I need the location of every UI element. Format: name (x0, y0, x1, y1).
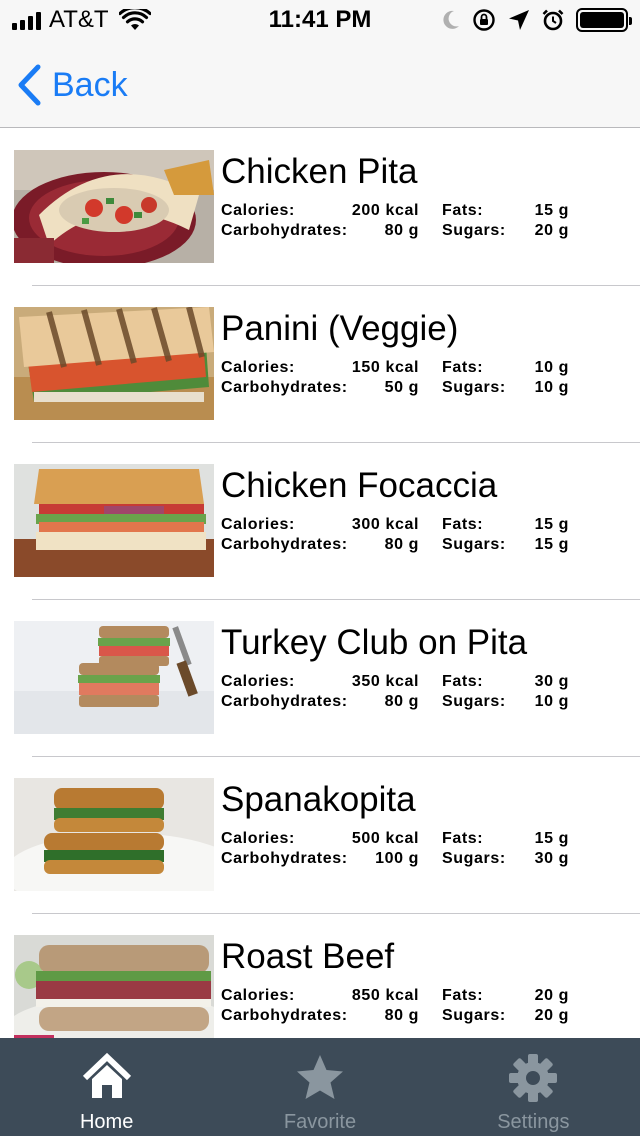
food-list[interactable]: Chicken Pita Calories: 200 kcal Fats: 15… (0, 129, 640, 1038)
navigation-bar: Back (0, 40, 640, 128)
calories-value: 500 kcal (351, 830, 419, 847)
carbohydrates-label: Carbohydrates: (221, 850, 348, 867)
back-button[interactable]: Back (16, 62, 128, 108)
carbohydrates-label: Carbohydrates: (221, 536, 348, 553)
item-title: Spanakopita (221, 780, 416, 819)
sugars-value: 10 g (534, 379, 569, 396)
tab-bar: Home Favorite Settings (0, 1038, 640, 1136)
tab-home[interactable]: Home (0, 1038, 213, 1136)
fats-label: Fats: (442, 359, 484, 376)
chevron-left-icon (18, 64, 41, 106)
item-title: Panini (Veggie) (221, 309, 459, 348)
battery-icon (576, 8, 632, 32)
calories-label: Calories: (221, 516, 295, 533)
fats-value: 15 g (534, 202, 569, 219)
calories-value: 300 kcal (351, 516, 419, 533)
carbohydrates-value: 80 g (384, 693, 419, 710)
fats-label: Fats: (442, 516, 484, 533)
alarm-icon (542, 9, 564, 31)
calories-label: Calories: (221, 830, 295, 847)
fats-value: 10 g (534, 359, 569, 376)
calories-value: 150 kcal (351, 359, 419, 376)
food-photo (14, 778, 214, 891)
sugars-value: 15 g (534, 536, 569, 553)
fats-value: 20 g (534, 987, 569, 1004)
food-photo (14, 935, 214, 1038)
item-title: Roast Beef (221, 937, 395, 976)
sugars-value: 20 g (534, 1007, 569, 1024)
sugars-label: Sugars: (442, 536, 506, 553)
list-item[interactable]: Chicken Focaccia Calories: 300 kcal Fats… (0, 443, 640, 600)
gear-icon (509, 1054, 558, 1102)
status-bar: AT&T 11:41 PM (0, 0, 640, 40)
tab-label: Settings (497, 1111, 570, 1133)
tab-settings[interactable]: Settings (427, 1038, 640, 1136)
carbohydrates-label: Carbohydrates: (221, 379, 348, 396)
tab-favorite[interactable]: Favorite (213, 1038, 426, 1136)
food-photo (14, 464, 214, 577)
carbohydrates-value: 80 g (384, 536, 419, 553)
calories-label: Calories: (221, 673, 295, 690)
carbohydrates-label: Carbohydrates: (221, 1007, 348, 1024)
fats-value: 15 g (534, 516, 569, 533)
carbohydrates-value: 50 g (384, 379, 419, 396)
food-photo (14, 307, 214, 420)
list-item[interactable]: Spanakopita Calories: 500 kcal Fats: 15 … (0, 757, 640, 914)
carbohydrates-value: 100 g (375, 850, 419, 867)
food-photo (14, 150, 214, 263)
calories-label: Calories: (221, 359, 295, 376)
carbohydrates-label: Carbohydrates: (221, 222, 348, 239)
sugars-label: Sugars: (442, 379, 506, 396)
carbohydrates-label: Carbohydrates: (221, 693, 348, 710)
tab-label: Home (79, 1111, 134, 1133)
fats-label: Fats: (442, 202, 484, 219)
fats-label: Fats: (442, 987, 484, 1004)
carbohydrates-value: 80 g (384, 222, 419, 239)
fats-value: 15 g (534, 830, 569, 847)
sugars-value: 10 g (534, 693, 569, 710)
sugars-label: Sugars: (442, 222, 506, 239)
calories-value: 200 kcal (351, 202, 419, 219)
list-item[interactable]: Chicken Pita Calories: 200 kcal Fats: 15… (0, 129, 640, 286)
sugars-value: 30 g (534, 850, 569, 867)
item-title: Chicken Focaccia (221, 466, 498, 505)
calories-label: Calories: (221, 987, 295, 1004)
calories-value: 350 kcal (351, 673, 419, 690)
fats-label: Fats: (442, 830, 484, 847)
list-item[interactable]: Roast Beef Calories: 850 kcal Fats: 20 g… (0, 914, 640, 1038)
moon-icon (443, 10, 459, 29)
back-label: Back (52, 65, 128, 104)
fats-label: Fats: (442, 673, 484, 690)
sugars-label: Sugars: (442, 1007, 506, 1024)
fats-value: 30 g (534, 673, 569, 690)
food-photo (14, 621, 214, 734)
calories-label: Calories: (221, 202, 295, 219)
list-item[interactable]: Panini (Veggie) Calories: 150 kcal Fats:… (0, 286, 640, 443)
item-title: Turkey Club on Pita (221, 623, 528, 662)
calories-value: 850 kcal (351, 987, 419, 1004)
star-icon (296, 1055, 343, 1099)
rotation-lock-icon (473, 9, 495, 31)
tab-label: Favorite (283, 1111, 357, 1133)
carbohydrates-value: 80 g (384, 1007, 419, 1024)
sugars-value: 20 g (534, 222, 569, 239)
sugars-label: Sugars: (442, 850, 506, 867)
item-title: Chicken Pita (221, 152, 418, 191)
location-icon (509, 10, 529, 30)
sugars-label: Sugars: (442, 693, 506, 710)
list-item[interactable]: Turkey Club on Pita Calories: 350 kcal F… (0, 600, 640, 757)
home-icon (82, 1052, 131, 1098)
